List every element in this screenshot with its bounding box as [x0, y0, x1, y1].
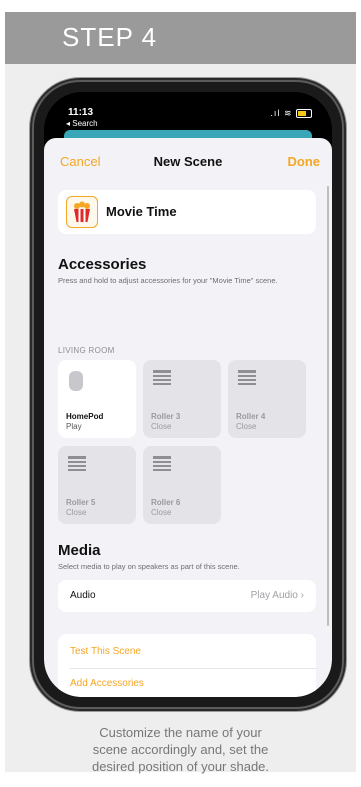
- tile-name: Roller 5: [66, 498, 96, 507]
- divider: [70, 668, 316, 669]
- tile-name: Roller 3: [151, 412, 181, 421]
- room-label: LIVING ROOM: [58, 346, 115, 355]
- caption-line: desired position of your shade.: [91, 759, 270, 774]
- step-header: STEP 4: [5, 12, 356, 64]
- accessory-tile-roller-4[interactable]: Roller 4 Close: [228, 360, 306, 438]
- done-button[interactable]: Done: [288, 154, 321, 169]
- audio-value-text: Play Audio: [250, 590, 298, 601]
- battery-icon: [296, 109, 312, 119]
- scene-name[interactable]: Movie Time: [106, 204, 177, 219]
- phone-screen: 11:13 ◂ Search .ıl ≋ Cancel New Scene Do…: [44, 92, 332, 697]
- accessories-subtitle: Press and hold to adjust accessories for…: [58, 276, 278, 285]
- accessory-tile-homepod[interactable]: HomePod Play: [58, 360, 136, 438]
- back-to-search-link[interactable]: ◂ Search: [66, 119, 98, 128]
- shade-icon: [153, 370, 171, 393]
- caption-line: scene accordingly and, set the: [92, 742, 269, 757]
- nav-bar: Cancel New Scene Done: [44, 138, 332, 178]
- caption-line: Customize the name of your: [99, 725, 262, 740]
- media-subtitle: Select media to play on speakers as part…: [58, 562, 240, 571]
- new-scene-sheet: Cancel New Scene Done Movie Time Accesso…: [44, 138, 332, 697]
- tile-name: Roller 4: [236, 412, 266, 421]
- wifi-icon: ≋: [283, 108, 293, 118]
- accessories-heading: Accessories: [58, 256, 147, 273]
- chevron-right-icon: ›: [300, 590, 304, 601]
- signal-icon: .ıl: [270, 108, 281, 118]
- homepod-icon: [68, 370, 84, 397]
- accessory-tile-roller-3[interactable]: Roller 3 Close: [143, 360, 221, 438]
- tile-state: Close: [151, 422, 172, 431]
- audio-row[interactable]: Audio Play Audio ›: [58, 580, 316, 612]
- audio-value: Play Audio ›: [251, 590, 304, 601]
- shade-icon: [238, 370, 256, 393]
- popcorn-icon[interactable]: [66, 196, 98, 228]
- add-accessories-button[interactable]: Add Accessories: [70, 678, 144, 689]
- phone-frame: 11:13 ◂ Search .ıl ≋ Cancel New Scene Do…: [34, 82, 342, 707]
- tile-name: Roller 6: [151, 498, 181, 507]
- status-icons: .ıl ≋: [270, 108, 312, 119]
- step-card: STEP 4 11:13 ◂ Search .ıl ≋ Cancel New S…: [5, 12, 356, 775]
- tile-name: HomePod: [66, 412, 104, 421]
- test-scene-button[interactable]: Test This Scene: [70, 646, 141, 657]
- step-caption: Customize the name of your scene accordi…: [5, 724, 356, 775]
- tile-state: Close: [236, 422, 257, 431]
- shade-icon: [68, 456, 86, 479]
- shade-icon: [153, 456, 171, 479]
- status-time: 11:13: [68, 107, 94, 118]
- actions-group: Test This Scene Add Accessories: [58, 634, 316, 697]
- audio-label: Audio: [70, 590, 96, 601]
- tile-state: Play: [66, 422, 82, 431]
- media-heading: Media: [58, 542, 101, 559]
- tile-state: Close: [151, 508, 172, 517]
- notch: [112, 92, 264, 118]
- scroll-indicator[interactable]: [327, 186, 329, 626]
- accessory-tile-roller-6[interactable]: Roller 6 Close: [143, 446, 221, 524]
- tile-state: Close: [66, 508, 87, 517]
- scene-name-field[interactable]: Movie Time: [58, 190, 316, 234]
- accessory-tile-roller-5[interactable]: Roller 5 Close: [58, 446, 136, 524]
- step-title: STEP 4: [62, 22, 158, 52]
